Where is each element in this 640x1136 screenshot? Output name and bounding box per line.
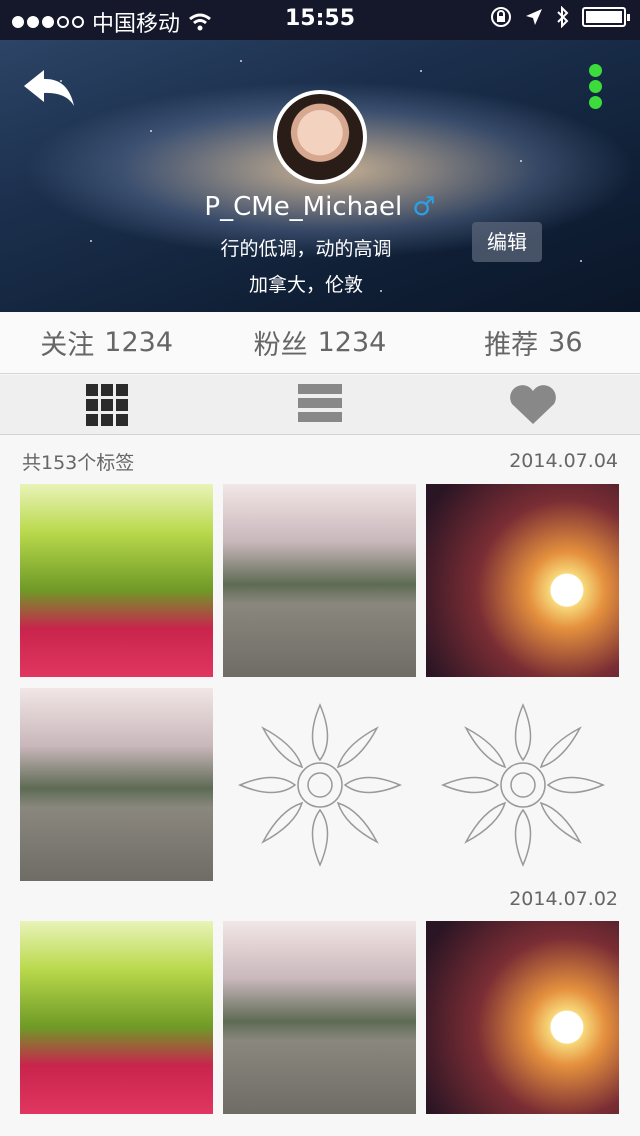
floral-placeholder-icon xyxy=(440,702,605,867)
back-arrow-icon[interactable] xyxy=(22,66,78,112)
location-line: 加拿大，伦敦 xyxy=(248,274,363,296)
photo-thumbnail[interactable] xyxy=(223,484,416,677)
bluetooth-icon xyxy=(557,6,569,28)
followers-label: 粉丝 xyxy=(253,330,308,361)
photo-placeholder xyxy=(426,688,619,881)
grid-icon xyxy=(85,383,128,426)
status-right xyxy=(490,6,630,28)
tab-list-view[interactable] xyxy=(213,375,426,434)
tab-grid-view[interactable] xyxy=(0,375,213,434)
following-count: 1234 xyxy=(104,327,174,358)
followers-count: 1234 xyxy=(317,327,387,358)
photo-thumbnail[interactable] xyxy=(223,921,416,1114)
date-header-2: 2014.07.02 xyxy=(509,888,618,910)
battery-icon xyxy=(582,7,630,27)
username-text: P_CMe_Michael xyxy=(204,192,403,222)
rotation-lock-icon xyxy=(491,7,511,27)
edit-button[interactable]: 编辑 xyxy=(472,222,542,262)
profile-header: P_CMe_Michael ♂ 行的低调，动的高调 加拿大，伦敦 编辑 xyxy=(0,40,640,312)
gender-male-icon: ♂ xyxy=(412,192,436,222)
recommend-stat[interactable]: 推荐 36 xyxy=(427,312,640,373)
stats-bar: 关注 1234 粉丝 1234 推荐 36 xyxy=(0,312,640,374)
followers-stat[interactable]: 粉丝 1234 xyxy=(213,312,426,373)
photo-thumbnail[interactable] xyxy=(20,921,213,1114)
following-stat[interactable]: 关注 1234 xyxy=(0,312,213,373)
photo-thumbnail[interactable] xyxy=(426,484,619,677)
view-switcher xyxy=(0,375,640,435)
recommend-label: 推荐 xyxy=(484,330,539,361)
floral-placeholder-icon xyxy=(237,702,402,867)
list-icon xyxy=(297,383,342,426)
tab-favorites[interactable] xyxy=(427,375,640,434)
recommend-count: 36 xyxy=(548,327,583,358)
status-bar: 中国移动 15:55 xyxy=(0,0,640,40)
tag-count: 共153个标签 xyxy=(22,452,135,474)
photo-thumbnail[interactable] xyxy=(20,688,213,881)
more-options-icon[interactable] xyxy=(586,64,604,110)
photo-thumbnail[interactable] xyxy=(426,921,619,1114)
heart-icon xyxy=(510,384,557,424)
username: P_CMe_Michael ♂ xyxy=(0,192,640,222)
location-icon xyxy=(526,9,542,25)
photo-placeholder xyxy=(223,688,416,881)
following-label: 关注 xyxy=(40,330,95,361)
avatar[interactable] xyxy=(273,90,367,184)
photo-thumbnail[interactable] xyxy=(20,484,213,677)
date-header-1: 2014.07.04 xyxy=(509,450,618,472)
